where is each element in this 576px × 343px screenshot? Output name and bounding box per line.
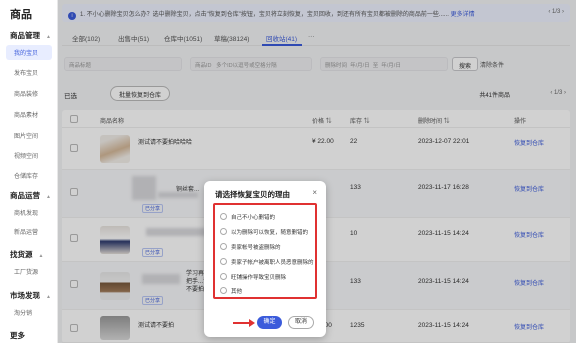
reason-option-5[interactable]: 旺铺操作导致宝贝删除	[220, 273, 286, 281]
sidebar-item-factory[interactable]: 工厂货源	[14, 267, 38, 276]
dialog-title: 请选择恢复宝贝的理由	[215, 190, 290, 199]
radio-icon[interactable]	[220, 258, 227, 265]
app-window: 商品 商品管理 ▲ 我的宝贝 发布宝贝 商品装修 商品素材 图片空间 视频空间 仓…	[0, 0, 576, 343]
reason-option-6[interactable]: 其他	[220, 287, 242, 295]
cancel-button[interactable]: 取消	[288, 316, 314, 329]
close-icon[interactable]: ×	[312, 188, 317, 197]
sidebar-item-materials[interactable]: 商品素材	[14, 110, 38, 119]
reason-option-2[interactable]: 以为删除可以恢复，随意删错的	[220, 228, 308, 236]
sidebar-item-my-items[interactable]: 我的宝贝	[6, 45, 52, 60]
sidebar-section-sourcing[interactable]: 找货源 ▲	[10, 249, 43, 260]
chevron-up-icon: ▲	[38, 253, 44, 259]
confirm-button[interactable]: 确定	[257, 316, 282, 329]
sidebar-item-image-space[interactable]: 图片空间	[14, 131, 38, 140]
sidebar-section-more[interactable]: 更多	[10, 330, 25, 341]
chevron-up-icon: ▲	[46, 34, 51, 40]
sidebar-brand: 商品	[10, 9, 32, 21]
pointer-arrow-icon	[233, 319, 255, 327]
radio-icon[interactable]	[220, 228, 227, 235]
chevron-up-icon: ▲	[46, 294, 51, 300]
radio-icon[interactable]	[220, 243, 227, 250]
sidebar: 商品 商品管理 ▲ 我的宝贝 发布宝贝 商品装修 商品素材 图片空间 视频空间 仓…	[0, 0, 58, 343]
sidebar-section-product-manage[interactable]: 商品管理 ▲	[10, 30, 51, 41]
radio-icon[interactable]	[220, 273, 227, 280]
reason-option-4[interactable]: 卖家子帐户被离职人员恶意删除的	[220, 258, 314, 266]
sidebar-item-distribution[interactable]: 淘分销	[14, 308, 32, 317]
sidebar-section-market[interactable]: 市场发现 ▲	[10, 290, 51, 301]
sidebar-item-decoration[interactable]: 商品装修	[14, 89, 38, 98]
reasons-highlight-box: 自己不小心删错的 以为删除可以恢复，随意删错的 卖家帐号被盗删除的 卖家子帐户被…	[213, 203, 317, 299]
radio-icon[interactable]	[220, 213, 227, 220]
sidebar-item-video-space[interactable]: 视频空间	[14, 151, 38, 160]
sidebar-item-stock[interactable]: 仓储库存	[14, 171, 38, 180]
sidebar-item-new-product[interactable]: 新品运营	[14, 227, 38, 236]
restore-reason-dialog: 请选择恢复宝贝的理由 × 自己不小心删错的 以为删除可以恢复，随意删错的 卖家帐…	[204, 181, 326, 337]
radio-icon[interactable]	[220, 287, 227, 294]
reason-option-1[interactable]: 自己不小心删错的	[220, 213, 275, 221]
sidebar-item-opportunity[interactable]: 商机发现	[14, 208, 38, 217]
sidebar-section-operation[interactable]: 商品运营 ▲	[10, 190, 51, 201]
chevron-up-icon: ▲	[46, 194, 51, 200]
reason-option-3[interactable]: 卖家帐号被盗删除的	[220, 243, 281, 251]
sidebar-item-publish[interactable]: 发布宝贝	[14, 68, 38, 77]
